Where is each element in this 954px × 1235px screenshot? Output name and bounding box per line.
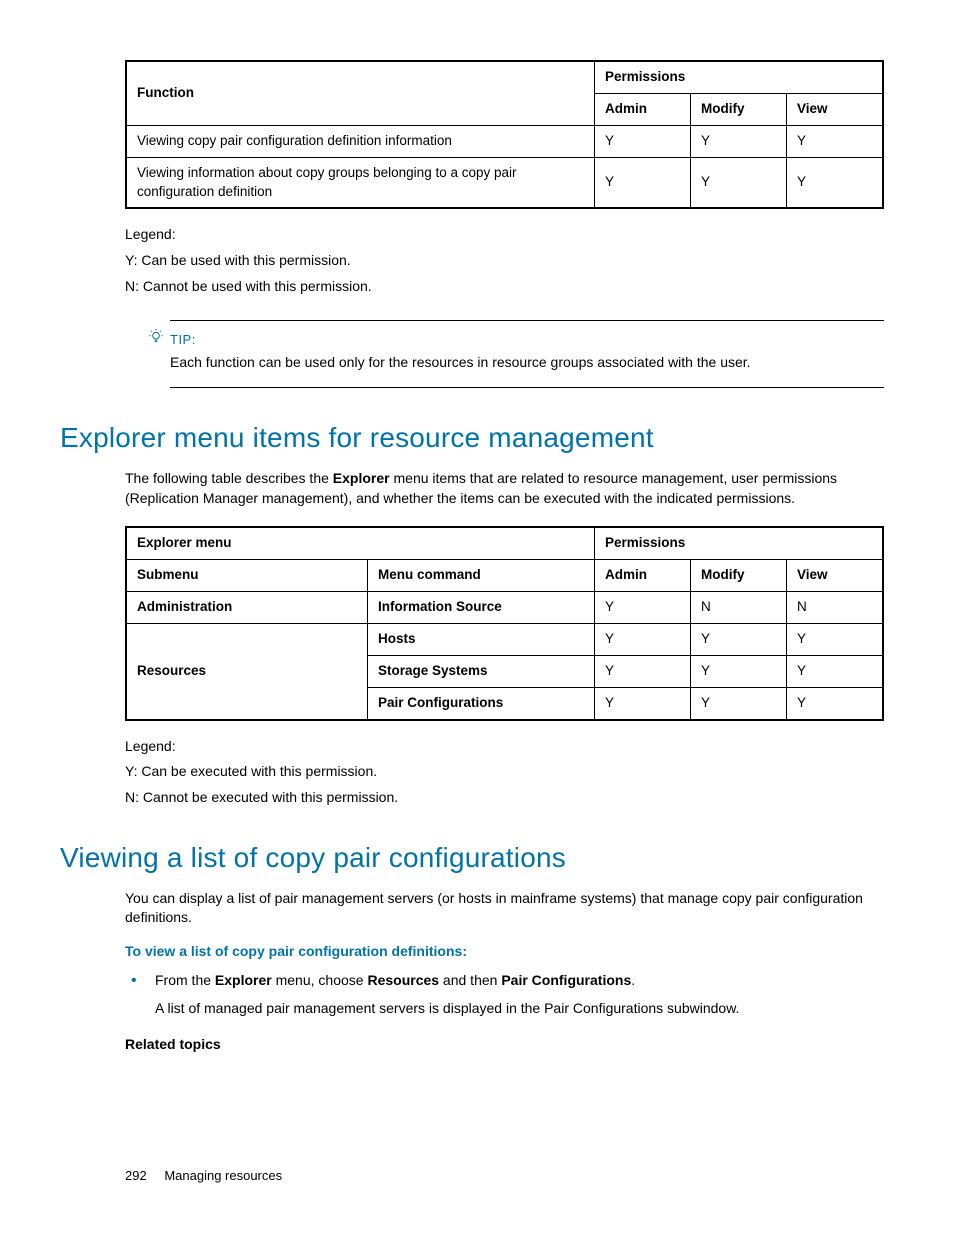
section-intro: The following table describes the Explor…	[125, 469, 884, 508]
legend-block: Legend: Y: Can be used with this permiss…	[125, 225, 884, 296]
cell-view: Y	[787, 125, 884, 157]
th-submenu: Submenu	[126, 560, 368, 592]
bullet-text: .	[631, 972, 635, 988]
page-number: 292	[125, 1168, 147, 1183]
cell-admin: Y	[595, 592, 691, 624]
cell-view: Y	[787, 687, 884, 719]
cell-admin: Y	[595, 125, 691, 157]
th-permissions: Permissions	[595, 527, 884, 559]
procedure-list: From the Explorer menu, choose Resources…	[125, 971, 884, 1018]
cell-function: Viewing information about copy groups be…	[126, 157, 595, 208]
cell-admin: Y	[595, 655, 691, 687]
th-admin: Admin	[595, 560, 691, 592]
related-topics-heading: Related topics	[125, 1035, 884, 1055]
legend-block: Legend: Y: Can be executed with this per…	[125, 737, 884, 808]
legend-n: N: Cannot be used with this permission.	[125, 277, 884, 297]
cell-submenu: Administration	[126, 592, 368, 624]
cell-modify: N	[691, 592, 787, 624]
cell-admin: Y	[595, 687, 691, 719]
th-command: Menu command	[368, 560, 595, 592]
th-view: View	[787, 560, 884, 592]
legend-y: Y: Can be used with this permission.	[125, 251, 884, 271]
cell-modify: Y	[691, 125, 787, 157]
section-heading-explorer: Explorer menu items for resource managem…	[60, 418, 884, 457]
cell-submenu: Resources	[126, 624, 368, 720]
tip-block: TIP: Each function can be used only for …	[170, 320, 884, 388]
cell-view: Y	[787, 624, 884, 656]
cell-command: Storage Systems	[368, 655, 595, 687]
cell-view: Y	[787, 157, 884, 208]
intro-bold: Explorer	[333, 470, 390, 486]
page-footer: 292 Managing resources	[125, 1167, 282, 1185]
th-admin: Admin	[595, 93, 691, 125]
th-function: Function	[126, 61, 595, 125]
tip-text: Each function can be used only for the r…	[170, 353, 884, 373]
legend-n: N: Cannot be executed with this permissi…	[125, 788, 884, 808]
intro-text: The following table describes the	[125, 470, 333, 486]
cell-command: Hosts	[368, 624, 595, 656]
section-heading-viewing: Viewing a list of copy pair configuratio…	[60, 838, 884, 877]
bullet-text: From the	[155, 972, 215, 988]
legend-title: Legend:	[125, 225, 884, 245]
th-explorer-menu: Explorer menu	[126, 527, 595, 559]
cell-modify: Y	[691, 157, 787, 208]
cell-modify: Y	[691, 624, 787, 656]
legend-title: Legend:	[125, 737, 884, 757]
cell-view: Y	[787, 655, 884, 687]
table-row: Administration Information Source Y N N	[126, 592, 883, 624]
bullet-text: and then	[439, 972, 501, 988]
cell-admin: Y	[595, 624, 691, 656]
cell-modify: Y	[691, 687, 787, 719]
cell-modify: Y	[691, 655, 787, 687]
lightbulb-icon	[148, 329, 164, 351]
table-row: Viewing copy pair configuration definiti…	[126, 125, 883, 157]
table-row: Viewing information about copy groups be…	[126, 157, 883, 208]
legend-y: Y: Can be executed with this permission.	[125, 762, 884, 782]
footer-title: Managing resources	[164, 1168, 282, 1183]
table-row: Resources Hosts Y Y Y	[126, 624, 883, 656]
section-intro-text: You can display a list of pair managemen…	[125, 889, 884, 928]
function-permissions-table: Function Permissions Admin Modify View V…	[125, 60, 884, 209]
cell-view: N	[787, 592, 884, 624]
cell-function: Viewing copy pair configuration definiti…	[126, 125, 595, 157]
cell-command: Information Source	[368, 592, 595, 624]
th-view: View	[787, 93, 884, 125]
bullet-bold: Resources	[367, 972, 439, 988]
bullet-text: menu, choose	[272, 972, 368, 988]
list-item: From the Explorer menu, choose Resources…	[125, 971, 884, 1018]
th-modify: Modify	[691, 560, 787, 592]
bullet-result: A list of managed pair management server…	[155, 999, 884, 1019]
th-permissions: Permissions	[595, 61, 884, 93]
cell-command: Pair Configurations	[368, 687, 595, 719]
bullet-bold: Explorer	[215, 972, 272, 988]
tip-label: TIP:	[170, 331, 884, 349]
procedure-heading: To view a list of copy pair configuratio…	[125, 942, 884, 962]
th-modify: Modify	[691, 93, 787, 125]
bullet-bold: Pair Configurations	[501, 972, 631, 988]
explorer-menu-table: Explorer menu Permissions Submenu Menu c…	[125, 526, 884, 720]
cell-admin: Y	[595, 157, 691, 208]
